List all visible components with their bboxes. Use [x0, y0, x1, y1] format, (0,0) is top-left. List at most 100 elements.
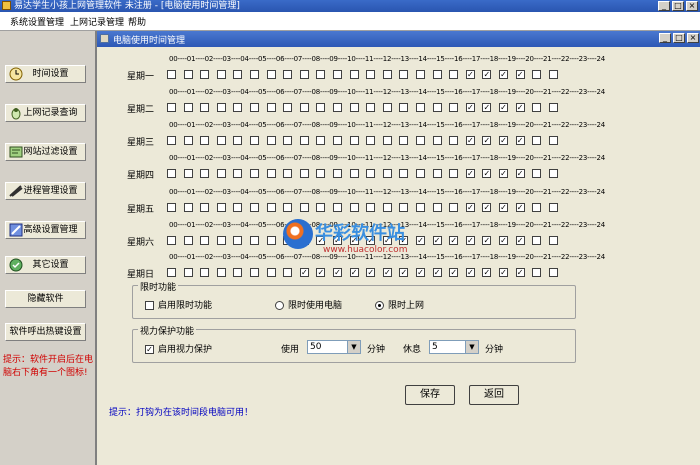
hour-checkbox[interactable] — [366, 136, 376, 145]
save-button[interactable]: 保存 — [405, 385, 455, 405]
chevron-down-icon[interactable]: ▼ — [465, 341, 478, 353]
hour-checkbox[interactable] — [449, 70, 459, 79]
hour-checkbox[interactable] — [366, 169, 376, 178]
hour-checkbox[interactable] — [299, 103, 309, 112]
hour-checkbox[interactable]: ✓ — [515, 136, 525, 145]
hour-checkbox[interactable] — [167, 268, 176, 277]
hour-checkbox[interactable] — [233, 70, 243, 79]
hour-checkbox[interactable] — [266, 203, 276, 212]
hour-checkbox[interactable]: ✓ — [465, 169, 475, 178]
hour-checkbox[interactable] — [200, 70, 210, 79]
hour-checkbox[interactable] — [432, 203, 442, 212]
hour-checkbox[interactable]: ✓ — [515, 70, 525, 79]
use-minutes-select[interactable]: 50 ▼ — [307, 340, 361, 354]
hour-checkbox[interactable] — [532, 70, 542, 79]
hide-software-button[interactable]: 隐藏软件 — [5, 290, 86, 308]
hour-checkbox[interactable]: ✓ — [482, 203, 492, 212]
radio-limit-pc-use[interactable]: 限时使用电脑 — [275, 298, 342, 311]
hour-checkbox[interactable] — [233, 203, 243, 212]
hour-checkbox[interactable] — [266, 236, 276, 245]
hour-checkbox[interactable] — [250, 236, 259, 245]
hour-checkbox[interactable] — [183, 103, 193, 112]
hour-checkbox[interactable] — [299, 169, 309, 178]
hour-checkbox[interactable] — [382, 169, 392, 178]
hour-checkbox[interactable] — [183, 169, 193, 178]
hour-checkbox[interactable] — [316, 103, 326, 112]
child-close-button[interactable]: × — [687, 33, 699, 43]
hour-checkbox[interactable]: ✓ — [482, 268, 492, 277]
hour-checkbox[interactable] — [250, 203, 259, 212]
hotkey-settings-button[interactable]: 软件呼出热键设置 — [5, 323, 86, 341]
hour-checkbox[interactable] — [233, 169, 243, 178]
website-filter-button[interactable]: 网站过滤设置 — [5, 143, 86, 161]
hour-checkbox[interactable] — [283, 136, 293, 145]
hour-checkbox[interactable] — [432, 103, 442, 112]
hour-checkbox[interactable] — [233, 236, 243, 245]
hour-checkbox[interactable]: ✓ — [432, 268, 442, 277]
hour-checkbox[interactable] — [167, 236, 176, 245]
maximize-button[interactable]: □ — [672, 1, 684, 11]
menu-system-settings[interactable]: 系统设置管理 — [10, 15, 64, 28]
hour-checkbox[interactable]: ✓ — [482, 103, 492, 112]
hour-checkbox[interactable] — [283, 70, 293, 79]
hour-checkbox[interactable]: ✓ — [499, 268, 508, 277]
hour-checkbox[interactable] — [233, 268, 243, 277]
hour-checkbox[interactable] — [449, 203, 459, 212]
hour-checkbox[interactable] — [183, 70, 193, 79]
hour-checkbox[interactable] — [250, 136, 259, 145]
hour-checkbox[interactable]: ✓ — [482, 169, 492, 178]
hour-checkbox[interactable] — [167, 136, 176, 145]
hour-checkbox[interactable] — [399, 136, 409, 145]
hour-checkbox[interactable] — [382, 203, 392, 212]
child-minimize-button[interactable]: _ — [659, 33, 671, 43]
hour-checkbox[interactable] — [532, 169, 542, 178]
hour-checkbox[interactable]: ✓ — [499, 203, 508, 212]
hour-checkbox[interactable]: ✓ — [465, 203, 475, 212]
hour-checkbox[interactable] — [449, 169, 459, 178]
hour-checkbox[interactable] — [399, 103, 409, 112]
hour-checkbox[interactable] — [250, 103, 259, 112]
hour-checkbox[interactable] — [432, 169, 442, 178]
hour-checkbox[interactable] — [266, 70, 276, 79]
hour-checkbox[interactable] — [349, 136, 359, 145]
other-settings-button[interactable]: 其它设置 — [5, 256, 86, 274]
hour-checkbox[interactable]: ✓ — [499, 103, 508, 112]
hour-checkbox[interactable]: ✓ — [515, 169, 525, 178]
hour-checkbox[interactable] — [200, 268, 210, 277]
hour-checkbox[interactable] — [416, 136, 425, 145]
hour-checkbox[interactable] — [216, 136, 226, 145]
hour-checkbox[interactable] — [548, 136, 558, 145]
hour-checkbox[interactable]: ✓ — [482, 236, 492, 245]
hour-checkbox[interactable] — [266, 103, 276, 112]
hour-checkbox[interactable] — [266, 268, 276, 277]
hour-checkbox[interactable]: ✓ — [465, 236, 475, 245]
menu-help[interactable]: 帮助 — [128, 15, 146, 28]
hour-checkbox[interactable] — [416, 103, 425, 112]
hour-checkbox[interactable] — [548, 203, 558, 212]
hour-checkbox[interactable] — [167, 169, 176, 178]
hour-checkbox[interactable] — [167, 70, 176, 79]
hour-checkbox[interactable]: ✓ — [482, 136, 492, 145]
hour-checkbox[interactable] — [382, 136, 392, 145]
hour-checkbox[interactable] — [333, 70, 342, 79]
hour-checkbox[interactable] — [532, 203, 542, 212]
hour-checkbox[interactable] — [399, 70, 409, 79]
hour-checkbox[interactable]: ✓ — [416, 236, 425, 245]
hour-checkbox[interactable]: ✓ — [416, 268, 425, 277]
hour-checkbox[interactable] — [233, 136, 243, 145]
hour-checkbox[interactable] — [416, 203, 425, 212]
menu-internet-records[interactable]: 上网记录管理 — [70, 15, 124, 28]
internet-record-query-button[interactable]: 上网记录查询 — [5, 104, 86, 122]
hour-checkbox[interactable] — [548, 236, 558, 245]
hour-checkbox[interactable] — [416, 70, 425, 79]
hour-checkbox[interactable]: ✓ — [499, 236, 508, 245]
hour-checkbox[interactable] — [366, 203, 376, 212]
hour-checkbox[interactable] — [233, 103, 243, 112]
hour-checkbox[interactable]: ✓ — [449, 236, 459, 245]
hour-checkbox[interactable] — [349, 169, 359, 178]
hour-checkbox[interactable] — [432, 136, 442, 145]
hour-checkbox[interactable]: ✓ — [515, 203, 525, 212]
advanced-settings-button[interactable]: 高级设置管理 — [5, 221, 86, 239]
hour-checkbox[interactable] — [316, 169, 326, 178]
radio-limit-pc-use-dot[interactable] — [275, 301, 284, 310]
